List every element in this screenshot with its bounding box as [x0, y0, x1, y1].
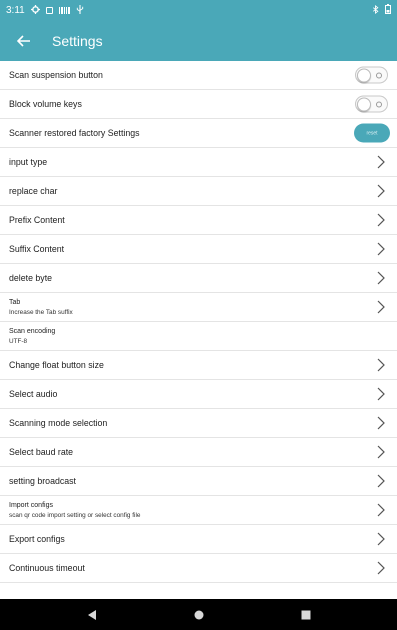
toggle-knob [357, 68, 371, 83]
settings-row-subtitle: UTF-8 [9, 337, 28, 345]
settings-row-text: Scanner restored factory Settings [9, 128, 140, 138]
battery-icon [385, 4, 391, 16]
bluetooth-icon [372, 4, 379, 16]
chevron-right-icon [377, 561, 387, 575]
settings-row[interactable]: Continuous timeout [0, 554, 397, 583]
settings-row-title: Continuous timeout [9, 563, 85, 573]
toggle-switch[interactable] [355, 95, 388, 113]
settings-row[interactable]: Block volume keys [0, 90, 397, 119]
usb-icon [76, 4, 84, 16]
settings-row-text: Export configs [9, 534, 65, 544]
chevron-right-icon [377, 445, 387, 459]
settings-row[interactable]: Tab Increase the Tab suffix [0, 293, 397, 322]
navigation-bar [0, 599, 397, 630]
settings-row-title: Scanner restored factory Settings [9, 128, 140, 138]
chevron-right-icon [377, 184, 387, 198]
settings-row-text: Suffix Content [9, 244, 64, 254]
barcode-icon [58, 6, 70, 14]
settings-row-text: Block volume keys [9, 99, 82, 109]
chevron-right-icon [377, 242, 387, 256]
toggle-off-icon [376, 101, 382, 108]
status-time: 3:11 [6, 4, 25, 16]
settings-row-text: setting broadcast [9, 476, 76, 486]
chevron-right-icon [377, 387, 387, 401]
nav-back-icon[interactable] [87, 609, 97, 620]
toggle-off-icon [376, 72, 382, 79]
settings-row-title: input type [9, 157, 48, 167]
settings-row-title: Change float button size [9, 360, 104, 370]
chevron-right-icon [377, 358, 387, 372]
settings-row-text: Select audio [9, 389, 57, 399]
chevron-right-icon [377, 532, 387, 546]
settings-row[interactable]: Scanning mode selection [0, 409, 397, 438]
settings-row[interactable]: Scan suspension button [0, 61, 397, 90]
settings-row[interactable]: Import configs scan qr code import settin… [0, 496, 397, 525]
settings-list: Scan suspension button Block volume keys S… [0, 61, 397, 583]
notification-square-icon [45, 6, 53, 14]
settings-row-text: input type [9, 157, 47, 167]
chevron-right-icon [377, 213, 387, 227]
settings-row-title: Select baud rate [9, 447, 74, 457]
nav-recents-icon[interactable] [301, 610, 311, 620]
settings-row-title: Scan suspension button [9, 70, 103, 80]
settings-row-title: Select audio [9, 389, 58, 399]
settings-row-text: Prefix Content [9, 215, 65, 225]
settings-row-title: Prefix Content [9, 215, 65, 225]
settings-row-title: delete byte [9, 273, 53, 283]
settings-row-subtitle: scan qr code import setting or select co… [9, 511, 141, 519]
settings-row[interactable]: Change float button size [0, 351, 397, 380]
page-title: Settings [52, 32, 103, 49]
settings-row-title: Scan encoding [9, 327, 56, 335]
settings-row[interactable]: Suffix Content [0, 235, 397, 264]
toggle-knob [357, 97, 371, 112]
settings-row[interactable]: Select baud rate [0, 438, 397, 467]
settings-row-title: replace char [9, 186, 58, 196]
settings-row-text: Select baud rate [9, 447, 73, 457]
chevron-right-icon [377, 271, 387, 285]
settings-row-text: Change float button size [9, 360, 104, 370]
settings-row-text: Scanning mode selection [9, 418, 107, 428]
chevron-right-icon [377, 300, 387, 314]
chevron-right-icon [377, 416, 387, 430]
settings-row[interactable]: setting broadcast [0, 467, 397, 496]
settings-row-title: Import configs [9, 501, 53, 509]
reset-button[interactable]: reset [354, 123, 390, 143]
settings-row[interactable]: delete byte [0, 264, 397, 293]
settings-row-text: Scan encoding UTF-8 [9, 328, 55, 345]
settings-row-subtitle: Increase the Tab suffix [9, 308, 73, 316]
settings-row-text: delete byte [9, 273, 52, 283]
status-bar: 3:11 [0, 0, 397, 20]
settings-row[interactable]: Select audio [0, 380, 397, 409]
back-arrow-icon[interactable] [4, 20, 44, 61]
app-bar: Settings [0, 20, 397, 61]
settings-row-text: Scan suspension button [9, 70, 103, 80]
settings-row-title: Suffix Content [9, 244, 65, 254]
settings-row[interactable]: Scan encoding UTF-8 [0, 322, 397, 351]
settings-row-text: Import configs scan qr code import settin… [9, 502, 140, 519]
chevron-right-icon [377, 503, 387, 517]
chevron-right-icon [377, 155, 387, 169]
settings-gear-icon [30, 4, 40, 16]
settings-row-text: Continuous timeout [9, 563, 85, 573]
chevron-right-icon [377, 474, 387, 488]
settings-row[interactable]: Prefix Content [0, 206, 397, 235]
settings-row[interactable]: replace char [0, 177, 397, 206]
nav-home-icon[interactable] [194, 610, 204, 620]
settings-row-title: setting broadcast [9, 476, 76, 486]
settings-row-text: replace char [9, 186, 57, 196]
settings-row-title: Scanning mode selection [9, 418, 108, 428]
settings-row[interactable]: input type [0, 148, 397, 177]
settings-row[interactable]: Scanner restored factory Settings reset [0, 119, 397, 148]
settings-row-text: Tab Increase the Tab suffix [9, 299, 73, 316]
settings-row-title: Block volume keys [9, 99, 82, 109]
toggle-switch[interactable] [355, 66, 388, 84]
settings-row-title: Export configs [9, 534, 65, 544]
settings-row-title: Tab [9, 298, 21, 306]
settings-row[interactable]: Export configs [0, 525, 397, 554]
